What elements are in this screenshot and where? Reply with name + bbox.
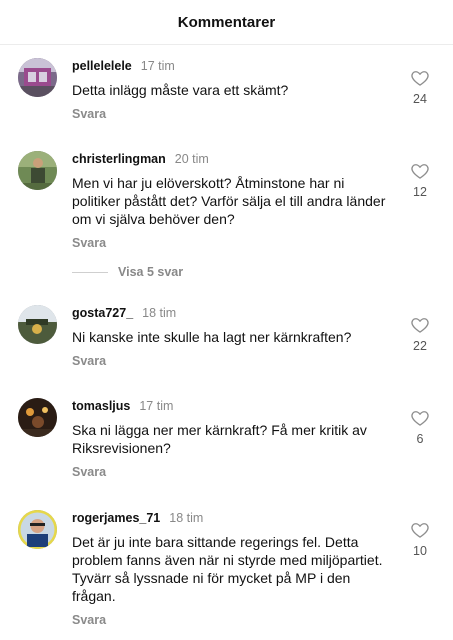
avatar[interactable] <box>18 398 57 437</box>
comment-username[interactable]: christerlingman <box>72 152 166 166</box>
heart-outline-icon[interactable] <box>410 68 430 88</box>
view-replies-divider <box>72 271 108 273</box>
view-replies-button[interactable]: Visa 5 svar <box>72 263 183 281</box>
page-title: Kommentarer <box>177 13 276 31</box>
comment-body: rogerjames_71 18 tim Det är ju inte bara… <box>72 510 387 627</box>
heart-outline-icon[interactable] <box>410 408 430 428</box>
like-group: 24 <box>404 68 436 106</box>
comment-text: Detta inlägg måste vara ett skämt? <box>72 82 289 98</box>
avatar[interactable] <box>18 510 57 549</box>
comment-body: tomasljus 17 tim Ska ni lägga ner mer kä… <box>72 398 387 479</box>
heart-outline-icon[interactable] <box>410 315 430 335</box>
comment-text: Det är ju inte bara sittande regerings f… <box>72 534 383 604</box>
comment-body: pellelelele 17 tim Detta inlägg måste va… <box>72 58 387 121</box>
comments-header: Kommentarer <box>0 0 453 45</box>
like-group: 10 <box>404 520 436 558</box>
heart-outline-icon[interactable] <box>410 520 430 540</box>
reply-button[interactable]: Svara <box>72 107 387 121</box>
comment-time: 17 tim <box>140 59 175 73</box>
comment-text: Ska ni lägga ner mer kärnkraft? Få mer k… <box>72 422 367 456</box>
reply-button[interactable]: Svara <box>72 613 387 627</box>
comment-body: gosta727_ 18 tim Ni kanske inte skulle h… <box>72 305 387 368</box>
reply-button[interactable]: Svara <box>72 354 387 368</box>
comment-text: Ni kanske inte skulle ha lagt ner kärnkr… <box>72 329 352 345</box>
comment-username[interactable]: gosta727_ <box>72 306 133 320</box>
comment-username[interactable]: pellelelele <box>72 59 132 73</box>
like-group: 6 <box>404 408 436 446</box>
reply-button[interactable]: Svara <box>72 465 387 479</box>
heart-outline-icon[interactable] <box>410 161 430 181</box>
comment-time: 18 tim <box>169 511 204 525</box>
avatar[interactable] <box>18 305 57 344</box>
comment-username[interactable]: tomasljus <box>72 399 130 413</box>
like-count: 6 <box>416 432 424 446</box>
comment-time: 20 tim <box>174 152 209 166</box>
like-count: 22 <box>413 339 427 353</box>
view-replies-label: Visa 5 svar <box>118 265 184 279</box>
like-count: 24 <box>413 92 427 106</box>
comment-text: Men vi har ju elöverskott? Åtminstone ha… <box>72 175 386 227</box>
like-group: 12 <box>404 161 436 199</box>
comment-username[interactable]: rogerjames_71 <box>72 511 160 525</box>
comment-body: christerlingman 20 tim Men vi har ju elö… <box>72 151 387 250</box>
avatar[interactable] <box>18 58 57 97</box>
like-group: 22 <box>404 315 436 353</box>
comment-time: 18 tim <box>142 306 177 320</box>
like-count: 12 <box>413 185 427 199</box>
like-count: 10 <box>413 544 427 558</box>
reply-button[interactable]: Svara <box>72 236 387 250</box>
comment-time: 17 tim <box>139 399 174 413</box>
avatar[interactable] <box>18 151 57 190</box>
